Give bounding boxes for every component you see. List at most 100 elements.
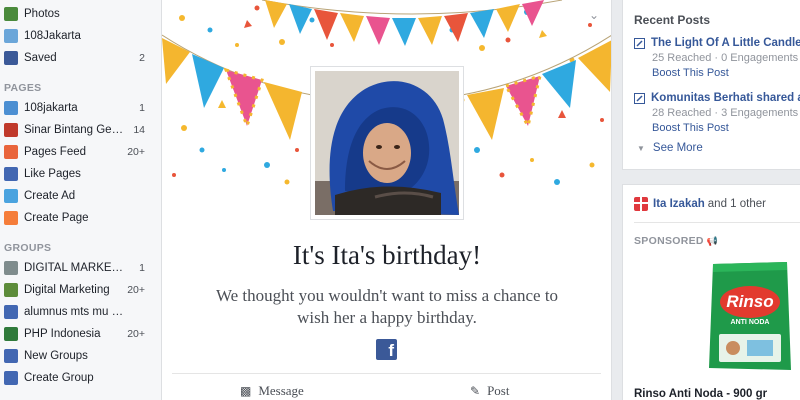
sidebar-item-sinar-bintang-gem[interactable]: Sinar Bintang Gem... 14 bbox=[0, 119, 161, 141]
birthday-others-text: and 1 other bbox=[707, 198, 766, 210]
sidebar-item-108jakarta[interactable]: 108jakarta 1 bbox=[0, 97, 161, 119]
recent-post-stats: 25 Reached · 0 Engagements bbox=[652, 52, 799, 64]
facebook-page: Photos 108Jakarta Saved 2 PAGES 108jakarta 1… bbox=[0, 0, 800, 400]
sidebar-item-label: Like Pages bbox=[24, 168, 81, 180]
recent-post-title[interactable]: Komunitas Berhati shared a bbox=[651, 92, 800, 104]
boost-post-link[interactable]: Boost This Post bbox=[634, 66, 800, 81]
sponsored-label: SPONSORED bbox=[634, 235, 704, 247]
right-column: Recent Posts The Light Of A Little Candl… bbox=[622, 0, 800, 400]
post-label: Post bbox=[487, 383, 510, 398]
sidebar-item-like-pages[interactable]: Like Pages bbox=[0, 163, 161, 185]
sidebar-item-saved[interactable]: Saved 2 bbox=[0, 47, 161, 69]
sidebar-item-create-group[interactable]: Create Group bbox=[0, 367, 161, 389]
caret-down-icon: ▼ bbox=[637, 144, 645, 153]
recent-posts-panel: Recent Posts The Light Of A Little Candl… bbox=[622, 0, 800, 170]
sidebar-item-label: Create Ad bbox=[24, 190, 76, 202]
sidebar-item-label: Create Group bbox=[24, 372, 94, 384]
left-sidebar: Photos 108Jakarta Saved 2 PAGES 108jakarta 1… bbox=[0, 0, 162, 400]
group-house-icon bbox=[4, 283, 18, 297]
sidebar-item-count: 1 bbox=[139, 102, 145, 114]
sidebar-item-label: alumnus mts mu '08 bbox=[24, 306, 124, 318]
pages-section-title: PAGES bbox=[4, 82, 42, 94]
page-icon bbox=[4, 29, 18, 43]
sidebar-item-count: 20+ bbox=[127, 284, 145, 296]
sponsored-heading: SPONSORED 📢 bbox=[634, 235, 718, 247]
pencil-icon: ✎ bbox=[470, 383, 481, 398]
edit-post-icon bbox=[634, 37, 645, 49]
recent-post-item[interactable]: Komunitas Berhati shared a 28 Reached · … bbox=[634, 90, 800, 136]
sidebar-item-108jakarta[interactable]: 108Jakarta bbox=[0, 25, 161, 47]
profile-photo bbox=[315, 71, 459, 215]
sidebar-item-photos[interactable]: Photos bbox=[0, 3, 161, 25]
like-pages-icon bbox=[4, 167, 18, 181]
birthday-person-link[interactable]: Ita Izakah bbox=[653, 198, 705, 210]
see-more-label: See More bbox=[652, 142, 703, 154]
recent-post-item[interactable]: The Light Of A Little Candle h 25 Reache… bbox=[634, 35, 800, 81]
groups-section-title: GROUPS bbox=[4, 242, 52, 254]
facebook-logo-icon: f bbox=[376, 339, 397, 360]
ad-title[interactable]: Rinso Anti Noda - 900 gr bbox=[634, 388, 767, 400]
card-divider bbox=[172, 373, 601, 374]
sidebar-item-new-groups[interactable]: New Groups bbox=[0, 345, 161, 367]
sidebar-item-count: 14 bbox=[133, 124, 145, 136]
sidebar-item-label: New Groups bbox=[24, 350, 88, 362]
photos-icon bbox=[4, 7, 18, 21]
group-alumnus-icon bbox=[4, 305, 18, 319]
birthday-title: It's Ita's birthday! bbox=[292, 240, 482, 270]
group-digital-marketing-icon bbox=[4, 261, 18, 275]
group-php-icon bbox=[4, 327, 18, 341]
ad-logo-text: Rinso bbox=[726, 292, 773, 311]
sidebar-item-label: Digital Marketing bbox=[24, 284, 110, 296]
edit-post-icon bbox=[634, 92, 645, 104]
sidebar-item-count: 1 bbox=[139, 262, 145, 274]
sidebar-item-label: Photos bbox=[24, 8, 60, 20]
sidebar-item-count: 20+ bbox=[127, 146, 145, 158]
gift-icon bbox=[634, 197, 648, 211]
sidebar-item-label: Sinar Bintang Gem... bbox=[24, 124, 124, 136]
message-icon: ▩ bbox=[240, 383, 252, 398]
sidebar-item-count: 2 bbox=[139, 52, 145, 64]
sidebar-item-create-page[interactable]: Create Page bbox=[0, 207, 161, 229]
saved-icon bbox=[4, 51, 18, 65]
sidebar-item-digital-markete[interactable]: DIGITAL MARKETE... 1 bbox=[0, 257, 161, 279]
sidebar-item-label: Saved bbox=[24, 52, 57, 64]
left-bunting-flags bbox=[162, 38, 302, 140]
sidebar-top-items: Photos 108Jakarta Saved 2 bbox=[0, 3, 161, 69]
sidebar-item-create-ad[interactable]: Create Ad bbox=[0, 185, 161, 207]
pages-feed-icon bbox=[4, 145, 18, 159]
birthday-reminder[interactable]: Ita Izakah and 1 other bbox=[634, 197, 766, 211]
new-groups-icon bbox=[4, 349, 18, 363]
birthday-subtitle: We thought you wouldn't want to miss a c… bbox=[215, 286, 559, 327]
sidebar-item-label: PHP Indonesia bbox=[24, 328, 101, 340]
post-button[interactable]: ✎ Post bbox=[470, 383, 509, 399]
sidebar-item-label: Pages Feed bbox=[24, 146, 87, 158]
sidebar-item-alumnus-mts-mu-08[interactable]: alumnus mts mu '08 bbox=[0, 301, 161, 323]
sidebar-item-label: 108jakarta bbox=[24, 102, 78, 114]
create-page-icon bbox=[4, 211, 18, 225]
sidebar-item-label: DIGITAL MARKETE... bbox=[24, 262, 124, 274]
sidebar-item-label: Create Page bbox=[24, 212, 89, 224]
message-button[interactable]: ▩ Message bbox=[240, 383, 304, 399]
right-bunting-flags bbox=[467, 40, 611, 140]
sidebar-item-php-indonesia[interactable]: PHP Indonesia 20+ bbox=[0, 323, 161, 345]
sidebar-item-count: 20+ bbox=[127, 328, 145, 340]
ad-image-rinso-pack[interactable]: Rinso ANTI NODA bbox=[707, 260, 793, 372]
sidebar-item-pages-feed[interactable]: Pages Feed 20+ bbox=[0, 141, 161, 163]
sidebar-item-digital-marketing[interactable]: Digital Marketing 20+ bbox=[0, 279, 161, 301]
create-group-icon bbox=[4, 371, 18, 385]
megaphone-icon: 📢 bbox=[706, 236, 719, 246]
boost-post-link[interactable]: Boost This Post bbox=[634, 121, 800, 136]
panel-divider bbox=[634, 222, 800, 223]
profile-photo-frame[interactable] bbox=[310, 66, 464, 220]
sidebar-item-label: 108Jakarta bbox=[24, 30, 81, 42]
birthday-card: ⌄ It's Ita's birthday! We thought you wo bbox=[162, 0, 612, 400]
recent-post-title[interactable]: The Light Of A Little Candle h bbox=[651, 37, 800, 49]
page-sinar-bintang-icon bbox=[4, 123, 18, 137]
message-label: Message bbox=[258, 383, 304, 398]
see-more-link[interactable]: ▼ See More bbox=[637, 142, 703, 154]
card-options-chevron-icon[interactable]: ⌄ bbox=[589, 8, 599, 22]
recent-posts-title: Recent Posts bbox=[634, 13, 711, 27]
create-ad-icon bbox=[4, 189, 18, 203]
sidebar-groups-list: DIGITAL MARKETE... 1 Digital Marketing 20+a… bbox=[0, 257, 161, 389]
page-108jakarta-icon bbox=[4, 101, 18, 115]
